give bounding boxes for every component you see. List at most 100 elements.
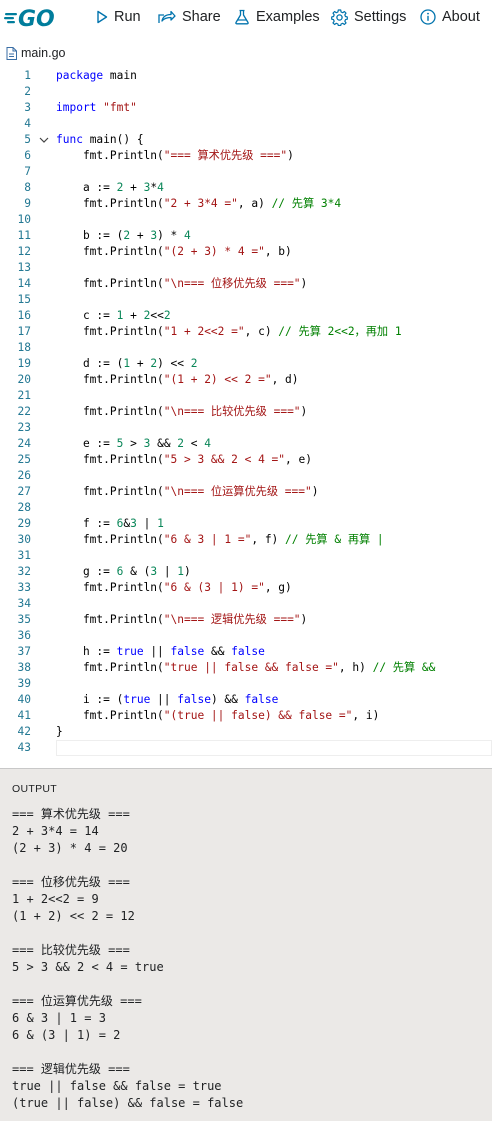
share-icon: [158, 10, 176, 23]
output-label: OUTPUT: [12, 783, 57, 795]
code-text: fmt.Println("true || false && false =", …: [56, 661, 436, 674]
code-line[interactable]: 37 h := true || false && false: [0, 644, 492, 660]
code-line[interactable]: 8 a := 2 + 3*4: [0, 180, 492, 196]
line-number: 42: [17, 725, 31, 738]
code-line[interactable]: 2: [0, 84, 492, 100]
code-line[interactable]: 25 fmt.Println("5 > 3 && 2 < 4 =", e): [0, 452, 492, 468]
run-button[interactable]: Run: [96, 0, 141, 34]
code-text: fmt.Println("\n=== 逻辑优先级 ==="): [56, 613, 308, 626]
code-line[interactable]: 40 i := (true || false) && false: [0, 692, 492, 708]
line-number: 15: [17, 293, 31, 306]
line-number: 37: [17, 645, 31, 658]
code-line[interactable]: 43: [0, 740, 492, 756]
line-number: 28: [17, 501, 31, 514]
code-line[interactable]: 17 fmt.Println("1 + 2<<2 =", c) // 先算 2<…: [0, 324, 492, 340]
code-line[interactable]: 11 b := (2 + 3) * 4: [0, 228, 492, 244]
code-text: fmt.Println("6 & 3 | 1 =", f) // 先算 & 再算…: [56, 533, 384, 546]
code-line[interactable]: 38 fmt.Println("true || false && false =…: [0, 660, 492, 676]
line-number: 38: [17, 661, 31, 674]
code-line[interactable]: 13: [0, 260, 492, 276]
code-line[interactable]: 33 fmt.Println("6 & (3 | 1) =", g): [0, 580, 492, 596]
code-line[interactable]: 20 fmt.Println("(1 + 2) << 2 =", d): [0, 372, 492, 388]
code-text: package main: [56, 69, 137, 82]
code-line[interactable]: 4: [0, 116, 492, 132]
file-tab-main-go[interactable]: main.go: [0, 42, 65, 64]
code-text: g := 6 & (3 | 1): [56, 565, 191, 578]
code-line[interactable]: 18: [0, 340, 492, 356]
output-line: 1 + 2<<2 = 9: [12, 892, 99, 906]
code-line[interactable]: 7: [0, 164, 492, 180]
code-line[interactable]: 39: [0, 676, 492, 692]
top-bar: GO Run Share Examples Settings About: [0, 0, 492, 34]
code-line[interactable]: 29 f := 6&3 | 1: [0, 516, 492, 532]
code-line[interactable]: 35 fmt.Println("\n=== 逻辑优先级 ==="): [0, 612, 492, 628]
play-icon: [97, 10, 108, 24]
line-number: 39: [17, 677, 31, 690]
code-line[interactable]: 30 fmt.Println("6 & 3 | 1 =", f) // 先算 &…: [0, 532, 492, 548]
code-line[interactable]: 41 fmt.Println("(true || false) && false…: [0, 708, 492, 724]
code-line[interactable]: 22 fmt.Println("\n=== 比较优先级 ==="): [0, 404, 492, 420]
code-line[interactable]: 34: [0, 596, 492, 612]
share-button[interactable]: Share: [158, 0, 221, 34]
code-text: c := 1 + 2<<2: [56, 309, 171, 322]
code-line[interactable]: 16 c := 1 + 2<<2: [0, 308, 492, 324]
output-line: 2 + 3*4 = 14: [12, 824, 99, 838]
code-line[interactable]: 3 import "fmt": [0, 100, 492, 116]
line-number: 16: [17, 309, 31, 322]
code-line[interactable]: 21: [0, 388, 492, 404]
output-panel: OUTPUT === 算术优先级 === 2 + 3*4 = 14 (2 + 3) …: [0, 768, 492, 1121]
examples-label: Examples: [256, 9, 320, 25]
file-tab-label: main.go: [21, 46, 66, 60]
code-line[interactable]: 32 g := 6 & (3 | 1): [0, 564, 492, 580]
code-text: fmt.Println("(2 + 3) * 4 =", b): [56, 245, 292, 258]
code-line[interactable]: 6 fmt.Println("=== 算术优先级 ==="): [0, 148, 492, 164]
code-text: e := 5 > 3 && 2 < 4: [56, 437, 212, 450]
output-line: === 逻辑优先级 ===: [12, 1062, 130, 1076]
line-number: 40: [17, 693, 31, 706]
code-line[interactable]: 23: [0, 420, 492, 436]
code-text: fmt.Println("5 > 3 && 2 < 4 =", e): [56, 453, 312, 466]
code-line[interactable]: 28: [0, 500, 492, 516]
settings-button[interactable]: Settings: [331, 0, 406, 34]
line-number: 14: [17, 277, 31, 290]
line-number: 4: [24, 117, 31, 130]
code-line[interactable]: 31: [0, 548, 492, 564]
line-number: 29: [17, 517, 31, 530]
about-button[interactable]: About: [420, 0, 480, 34]
code-line[interactable]: 24 e := 5 > 3 && 2 < 4: [0, 436, 492, 452]
fold-chevron-icon[interactable]: [38, 132, 50, 148]
code-line[interactable]: 5 func main() {: [0, 132, 492, 148]
code-line[interactable]: 36: [0, 628, 492, 644]
output-line: (true || false) && false = false: [12, 1096, 244, 1110]
code-text: fmt.Println("(true || false) && false ="…: [56, 709, 380, 722]
code-line[interactable]: 14 fmt.Println("\n=== 位移优先级 ==="): [0, 276, 492, 292]
code-editor[interactable]: 1 package main 2 3 import "fmt" 4 5 func main()…: [0, 68, 492, 756]
code-line[interactable]: 15: [0, 292, 492, 308]
output-line: (2 + 3) * 4 = 20: [12, 841, 128, 855]
code-line[interactable]: 42}: [0, 724, 492, 740]
code-line[interactable]: 12 fmt.Println("(2 + 3) * 4 =", b): [0, 244, 492, 260]
code-line[interactable]: 26: [0, 468, 492, 484]
line-number: 32: [17, 565, 31, 578]
about-label: About: [442, 9, 480, 25]
code-text: fmt.Println("6 & (3 | 1) =", g): [56, 581, 292, 594]
go-logo[interactable]: GO: [4, 5, 66, 29]
code-line[interactable]: 19 d := (1 + 2) << 2: [0, 356, 492, 372]
code-text: i := (true || false) && false: [56, 693, 279, 706]
examples-button[interactable]: Examples: [234, 0, 320, 34]
code-text: a := 2 + 3*4: [56, 181, 164, 194]
line-number: 6: [24, 149, 31, 162]
code-text: fmt.Println("(1 + 2) << 2 =", d): [56, 373, 299, 386]
svg-text:GO: GO: [18, 7, 55, 29]
code-line[interactable]: 9 fmt.Println("2 + 3*4 =", a) // 先算 3*4: [0, 196, 492, 212]
code-line[interactable]: 1 package main: [0, 68, 492, 84]
code-line[interactable]: 10: [0, 212, 492, 228]
line-number: 34: [17, 597, 31, 610]
line-number: 21: [17, 389, 31, 402]
line-number: 24: [17, 437, 31, 450]
line-number: 10: [17, 213, 31, 226]
line-number: 22: [17, 405, 31, 418]
output-text: === 算术优先级 === 2 + 3*4 = 14 (2 + 3) * 4 = 2…: [12, 806, 243, 1112]
code-line[interactable]: 27 fmt.Println("\n=== 位运算优先级 ==="): [0, 484, 492, 500]
